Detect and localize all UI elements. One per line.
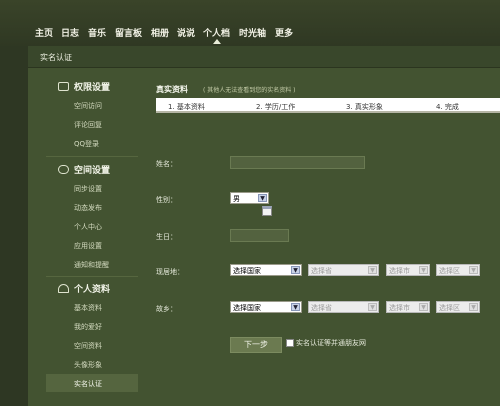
residence-city-select[interactable]: 选择市 ▼: [386, 264, 430, 276]
nav-item-moods[interactable]: 说说: [177, 26, 195, 39]
sidebar-item-personal-center[interactable]: 个人中心: [74, 222, 102, 232]
sidebar-divider: [46, 276, 138, 277]
chevron-down-icon: ▼: [469, 303, 478, 311]
step-education-work: 2. 学历/工作: [256, 103, 296, 111]
sync-checkbox[interactable]: [286, 339, 294, 347]
chevron-down-icon: ▼: [419, 303, 428, 311]
nav-item-message-board[interactable]: 留言板: [115, 26, 142, 39]
nav-item-profile[interactable]: 个人档: [203, 26, 230, 44]
step-real-image: 3. 真实形象: [346, 103, 383, 111]
step-complete: 4. 完成: [436, 103, 459, 111]
nav-item-home[interactable]: 主页: [35, 26, 53, 39]
step-basic-info: 1. 基本资料: [168, 103, 205, 111]
nav-item-album[interactable]: 相册: [151, 26, 169, 39]
settings-panel: 实名认证 权限设置 空间访问 评论回复 QQ登录 空间设置 同步设置 动态发布 …: [28, 46, 500, 406]
sidebar-item-space-access[interactable]: 空间访问: [74, 101, 102, 111]
residence-country-value: 选择国家: [233, 267, 261, 275]
hometown-city-value: 选择市: [389, 304, 410, 312]
sidebar-section-space-settings[interactable]: 空间设置: [74, 163, 110, 176]
sidebar-section-permissions[interactable]: 权限设置: [74, 80, 110, 93]
chevron-down-icon: ▼: [291, 303, 300, 311]
sidebar-item-sync-settings[interactable]: 同步设置: [74, 184, 102, 194]
chevron-down-icon: ▼: [258, 194, 267, 202]
sync-checkbox-label: 实名认证等并通朋友网: [296, 339, 366, 347]
sidebar-section-personal-info[interactable]: 个人资料: [74, 282, 110, 295]
step-progress-bar: 1. 基本资料 2. 学历/工作 3. 真实形象 4. 完成: [156, 98, 500, 113]
hometown-country-value: 选择国家: [233, 304, 261, 312]
residence-province-value: 选择省: [311, 267, 332, 275]
sidebar-item-avatar[interactable]: 头像形象: [74, 360, 102, 370]
sidebar-item-feed-publish[interactable]: 动态发布: [74, 203, 102, 213]
calendar-icon[interactable]: [262, 206, 272, 216]
sidebar-item-notifications[interactable]: 通知和提醒: [74, 260, 109, 270]
nav-item-timeline[interactable]: 时光轴: [239, 26, 266, 39]
chevron-down-icon: ▼: [368, 266, 377, 274]
name-input[interactable]: [230, 156, 365, 169]
hometown-district-value: 选择区: [439, 304, 460, 312]
hometown-province-value: 选择省: [311, 304, 332, 312]
residence-province-select[interactable]: 选择省 ▼: [308, 264, 379, 276]
gender-select-value: 男: [233, 195, 240, 203]
chevron-down-icon: ▼: [291, 266, 300, 274]
chevron-down-icon: ▼: [419, 266, 428, 274]
chevron-down-icon: ▼: [469, 266, 478, 274]
nav-item-blog[interactable]: 日志: [61, 26, 79, 39]
nav-item-more[interactable]: 更多: [275, 26, 293, 39]
panel-header: 实名认证: [28, 46, 500, 68]
sidebar-item-basic-info[interactable]: 基本资料: [74, 303, 102, 313]
residence-district-value: 选择区: [439, 267, 460, 275]
hometown-label: 故乡：: [156, 305, 177, 313]
next-step-button[interactable]: 下一步: [230, 337, 282, 353]
space-settings-icon: [58, 165, 69, 174]
sidebar-item-hobbies[interactable]: 我的爱好: [74, 322, 102, 332]
residence-country-select[interactable]: 选择国家 ▼: [230, 264, 302, 276]
nav-item-music[interactable]: 音乐: [88, 26, 106, 39]
gender-select[interactable]: 男 ▼: [230, 192, 269, 204]
residence-city-value: 选择市: [389, 267, 410, 275]
chevron-down-icon: ▼: [368, 303, 377, 311]
form-subtitle: ( 其他人无法查看到您的实名资料 ): [203, 87, 296, 94]
sidebar-divider: [46, 156, 138, 157]
sidebar-item-comment-reply[interactable]: 评论回复: [74, 120, 102, 130]
birthday-label: 生日：: [156, 233, 177, 241]
hometown-district-select[interactable]: 选择区 ▼: [436, 301, 480, 313]
real-name-form: 真实资料 ( 其他人无法查看到您的实名资料 ) 1. 基本资料 2. 学历/工作…: [156, 68, 500, 406]
birthday-input[interactable]: [230, 229, 289, 242]
hometown-country-select[interactable]: 选择国家 ▼: [230, 301, 302, 313]
settings-sidebar: 权限设置 空间访问 评论回复 QQ登录 空间设置 同步设置 动态发布 个人中心 …: [28, 68, 148, 406]
top-navigation: 主页 日志 音乐 留言板 相册 说说 个人档 时光轴 更多: [0, 0, 500, 46]
residence-district-select[interactable]: 选择区 ▼: [436, 264, 480, 276]
hometown-province-select[interactable]: 选择省 ▼: [308, 301, 379, 313]
sidebar-item-app-settings[interactable]: 应用设置: [74, 241, 102, 251]
user-profile-icon: [58, 284, 69, 293]
form-title: 真实资料: [156, 85, 188, 94]
lock-icon: [58, 82, 69, 91]
hometown-city-select[interactable]: 选择市 ▼: [386, 301, 430, 313]
name-label: 姓名：: [156, 160, 177, 168]
sidebar-item-space-info[interactable]: 空间资料: [74, 341, 102, 351]
sidebar-item-real-name-auth[interactable]: 实名认证: [46, 374, 138, 392]
panel-title: 实名认证: [40, 53, 72, 62]
gender-label: 性别：: [156, 196, 177, 204]
sidebar-item-qq-login[interactable]: QQ登录: [74, 139, 99, 149]
residence-label: 现居地：: [156, 268, 184, 276]
